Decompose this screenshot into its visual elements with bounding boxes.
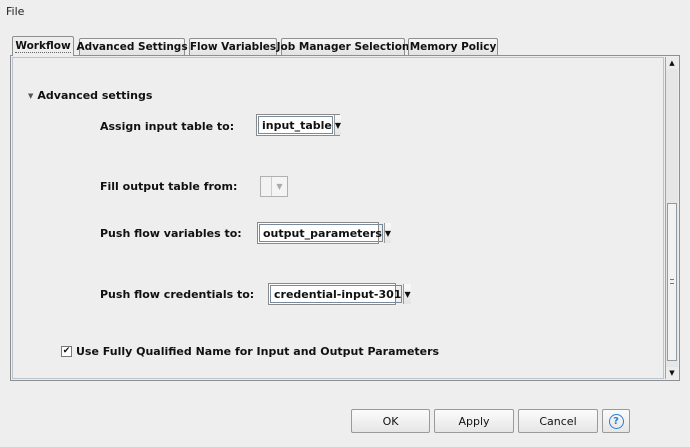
workflow-tab-panel: ▲ ▼ [10,55,680,381]
assign-input-combo[interactable]: input_table ▼ [256,114,342,136]
fill-output-label: Fill output table from: [100,180,238,193]
help-button[interactable]: ? [602,409,630,433]
scroll-up-icon[interactable]: ▲ [666,57,678,69]
push-credentials-label: Push flow credentials to: [100,288,255,301]
cancel-button[interactable]: Cancel [518,409,598,433]
combo-value: input_table [258,116,333,134]
fill-output-combo[interactable]: ▼ [260,176,288,197]
triangle-down-icon[interactable]: ▼ [333,115,342,135]
assign-input-label: Assign input table to: [100,120,235,133]
fully-qualified-name-label[interactable]: Use Fully Qualified Name for Input and O… [76,345,439,358]
combo-value: output_parameters [259,224,383,242]
tab-label: Job Manager Selection [276,41,410,53]
combo-value [262,178,270,195]
push-credentials-combo[interactable]: credential-input-301 ▼ [268,283,411,305]
tab-label: Advanced Settings [76,41,188,53]
ok-button[interactable]: OK [351,409,430,433]
tab-job-manager-selection[interactable]: Job Manager Selection [277,38,409,55]
tab-flow-variables[interactable]: Flow Variables [189,38,277,55]
tab-label: Memory Policy [409,41,497,53]
settings-scroll-area [12,57,664,379]
section-title: Advanced settings [37,89,153,102]
caret-down-icon: ▼ [28,91,34,100]
scroll-down-icon[interactable]: ▼ [666,367,678,379]
menu-bar: File [0,0,690,24]
fully-qualified-name-checkbox[interactable]: ✔ [61,346,72,357]
tab-label: Workflow [15,40,71,53]
tab-advanced-settings[interactable]: Advanced Settings [76,38,188,55]
advanced-settings-toggle[interactable]: ▼ Advanced settings [28,89,152,102]
vertical-scrollbar[interactable]: ▲ ▼ [665,57,678,379]
push-flow-vars-label: Push flow variables to: [100,227,242,240]
menu-file[interactable]: File [6,5,24,18]
triangle-down-icon[interactable]: ▼ [403,284,411,304]
tab-workflow[interactable]: Workflow [12,36,74,56]
help-icon: ? [608,413,624,429]
push-flow-vars-combo[interactable]: output_parameters ▼ [257,222,392,244]
grip-icon [670,279,674,284]
scrollbar-thumb[interactable] [667,203,677,361]
triangle-down-icon[interactable]: ▼ [383,223,392,243]
triangle-down-icon[interactable]: ▼ [271,177,287,196]
tab-memory-policy[interactable]: Memory Policy [408,38,498,55]
apply-button[interactable]: Apply [434,409,514,433]
tab-label: Flow Variables [189,41,277,53]
combo-value: credential-input-301 [270,285,403,303]
